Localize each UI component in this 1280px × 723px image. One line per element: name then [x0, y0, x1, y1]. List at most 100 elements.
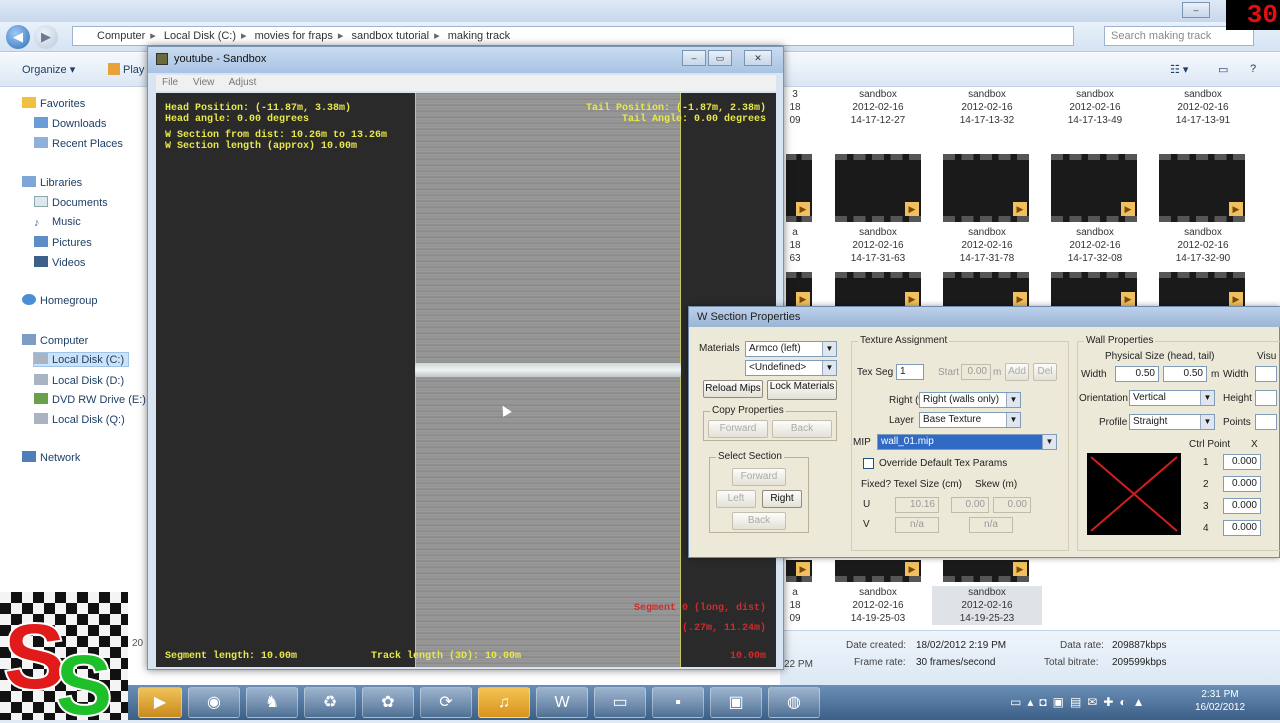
height-field[interactable]: [1255, 390, 1277, 406]
file-item[interactable]: sandbox 2012-02-16 14-17-32-90: [1148, 226, 1258, 265]
view-options-icon[interactable]: ☷ ▾: [1170, 63, 1188, 76]
sidebar-item-pictures[interactable]: Pictures: [34, 236, 92, 249]
video-thumbnail[interactable]: [1051, 154, 1137, 222]
file-item[interactable]: sandbox 2012-02-16 14-17-13-32: [932, 88, 1042, 127]
breadcrumb-making-track[interactable]: making track: [448, 30, 510, 42]
tex-seg-stepper[interactable]: 1: [896, 364, 924, 380]
override-checkbox[interactable]: [863, 458, 874, 469]
sidebar-item-music[interactable]: ♪ Music: [34, 216, 81, 229]
layer-select[interactable]: Base Texture ▼: [919, 412, 1021, 428]
dialog-title[interactable]: W Section Properties: [689, 307, 1280, 327]
network-app-icon[interactable]: ⟳: [420, 687, 472, 718]
sidebar-item-favorites[interactable]: Favorites: [22, 97, 85, 110]
monitor-icon[interactable]: ▣: [710, 687, 762, 718]
firefox-icon[interactable]: ◉: [188, 687, 240, 718]
sidebar-item-local-q[interactable]: Local Disk (Q:): [34, 413, 125, 426]
organize-button[interactable]: Organize ▾: [22, 63, 75, 76]
file-item[interactable]: sandbox 2012-02-16 14-17-13-49: [1040, 88, 1150, 127]
materials-select[interactable]: Armco (left) ▼: [745, 341, 837, 357]
select-forward-button[interactable]: Forward: [732, 468, 786, 486]
video-thumbnail[interactable]: [1051, 272, 1137, 306]
minimize-button[interactable]: –: [1182, 2, 1210, 18]
sidebar-item-homegroup[interactable]: Homegroup: [22, 294, 97, 307]
start-field[interactable]: 0.00: [961, 364, 991, 380]
file-item[interactable]: sandbox 2012-02-16 14-17-31-78: [932, 226, 1042, 265]
taskbar-clock[interactable]: 2:31 PM 16/02/2012: [1192, 688, 1248, 714]
sidebar-item-recent[interactable]: Recent Places: [34, 137, 123, 150]
copy-back-button[interactable]: Back: [772, 420, 832, 438]
video-thumbnail[interactable]: [835, 272, 921, 306]
minimize-button[interactable]: –: [682, 50, 706, 66]
reload-mips-button[interactable]: Reload Mips: [703, 380, 763, 398]
media-center-icon[interactable]: ✿: [362, 687, 414, 718]
select-back-button[interactable]: Back: [732, 512, 786, 530]
sidebar-item-local-c[interactable]: Local Disk (C:): [32, 352, 130, 367]
v-texel-field[interactable]: n/a: [895, 517, 939, 533]
menu-adjust[interactable]: Adjust: [229, 77, 257, 88]
video-thumbnail[interactable]: [786, 272, 812, 306]
video-thumbnail[interactable]: [1159, 154, 1245, 222]
file-item[interactable]: sandbox 2012-02-16 14-17-13-91: [1148, 88, 1258, 127]
video-thumbnail[interactable]: [943, 560, 1029, 582]
sandbox-app-icon[interactable]: ◍: [768, 687, 820, 718]
word-icon[interactable]: W: [536, 687, 588, 718]
track-viewport[interactable]: Head Position: (-11.87m, 3.38m) Head ang…: [156, 93, 776, 667]
sidebar-item-documents[interactable]: Documents: [34, 196, 108, 209]
file-item-selected[interactable]: sandbox 2012-02-16 14-19-25-23: [932, 586, 1042, 625]
sidebar-item-network[interactable]: Network: [22, 451, 80, 464]
system-tray-icons[interactable]: ▭▴◘▣▤✉✚◐▲: [1010, 695, 1151, 709]
sidebar-item-dvd[interactable]: DVD RW Drive (E:) C: [34, 393, 157, 406]
mip-select[interactable]: wall_01.mip ▼: [877, 434, 1057, 450]
sidebar-item-local-d[interactable]: Local Disk (D:): [34, 374, 124, 387]
forward-icon[interactable]: ▶: [34, 25, 58, 49]
v-skew-field[interactable]: n/a: [969, 517, 1013, 533]
help-icon[interactable]: ?: [1250, 63, 1256, 75]
file-item[interactable]: sandbox 2012-02-16 14-17-32-08: [1040, 226, 1150, 265]
terminal-icon[interactable]: ▪: [652, 687, 704, 718]
folder-icon[interactable]: ▭: [594, 687, 646, 718]
file-item[interactable]: sandbox 2012-02-16 14-17-12-27: [823, 88, 933, 127]
video-thumbnail[interactable]: [835, 560, 921, 582]
copy-forward-button[interactable]: Forward: [708, 420, 768, 438]
sidebar-item-downloads[interactable]: Downloads: [34, 117, 106, 130]
video-thumbnail[interactable]: [1159, 272, 1245, 306]
breadcrumb-sandbox-tutorial[interactable]: sandbox tutorial: [351, 30, 429, 42]
orientation-select[interactable]: Vertical ▼: [1129, 390, 1215, 406]
video-thumbnail[interactable]: [943, 154, 1029, 222]
close-button[interactable]: ✕: [744, 50, 772, 66]
visual-width-field[interactable]: [1255, 366, 1277, 382]
breadcrumb-local-disk[interactable]: Local Disk (C:): [164, 30, 236, 42]
select-right-button[interactable]: Right: [762, 490, 802, 508]
sidebar-item-computer[interactable]: Computer: [22, 334, 88, 347]
game-icon[interactable]: ♞: [246, 687, 298, 718]
sidebar-item-videos[interactable]: Videos: [34, 256, 85, 269]
u-skew-field-2[interactable]: 0.00: [993, 497, 1031, 513]
file-item[interactable]: sandbox 2012-02-16 14-19-25-03: [823, 586, 933, 625]
breadcrumb-computer[interactable]: Computer: [97, 30, 145, 42]
preview-pane-icon[interactable]: ▭: [1218, 63, 1228, 76]
breadcrumb[interactable]: Computer ▸ Local Disk (C:) ▸ movies for fr…: [72, 26, 1074, 46]
recycle-icon[interactable]: ♻: [304, 687, 356, 718]
video-thumbnail[interactable]: [786, 560, 812, 582]
menu-view[interactable]: View: [193, 77, 215, 88]
width-tail-field[interactable]: 0.50: [1163, 366, 1207, 382]
maximize-button[interactable]: ▭: [708, 50, 732, 66]
select-left-button[interactable]: Left: [716, 490, 756, 508]
lock-materials-button[interactable]: Lock Materials: [767, 380, 837, 400]
back-icon[interactable]: ◀: [6, 25, 30, 49]
width-head-field[interactable]: 0.50: [1115, 366, 1159, 382]
video-thumbnail[interactable]: [786, 154, 812, 222]
ctrl-point-x[interactable]: 0.000: [1223, 476, 1261, 492]
add-button[interactable]: Add: [1005, 363, 1029, 381]
menu-file[interactable]: File: [162, 77, 178, 88]
video-thumbnail[interactable]: [835, 154, 921, 222]
sidebar-item-libraries[interactable]: Libraries: [22, 176, 82, 189]
u-skew-field-1[interactable]: 0.00: [951, 497, 989, 513]
materials-select-2[interactable]: <Undefined> ▼: [745, 360, 837, 376]
media-player-icon[interactable]: ▶: [138, 687, 182, 718]
sandbox-titlebar[interactable]: youtube - Sandbox – ▭ ✕: [148, 47, 783, 73]
file-item[interactable]: sandbox 2012-02-16 14-17-31-63: [823, 226, 933, 265]
video-thumbnail[interactable]: [943, 272, 1029, 306]
points-field[interactable]: [1255, 414, 1277, 430]
profile-select[interactable]: Straight ▼: [1129, 414, 1215, 430]
